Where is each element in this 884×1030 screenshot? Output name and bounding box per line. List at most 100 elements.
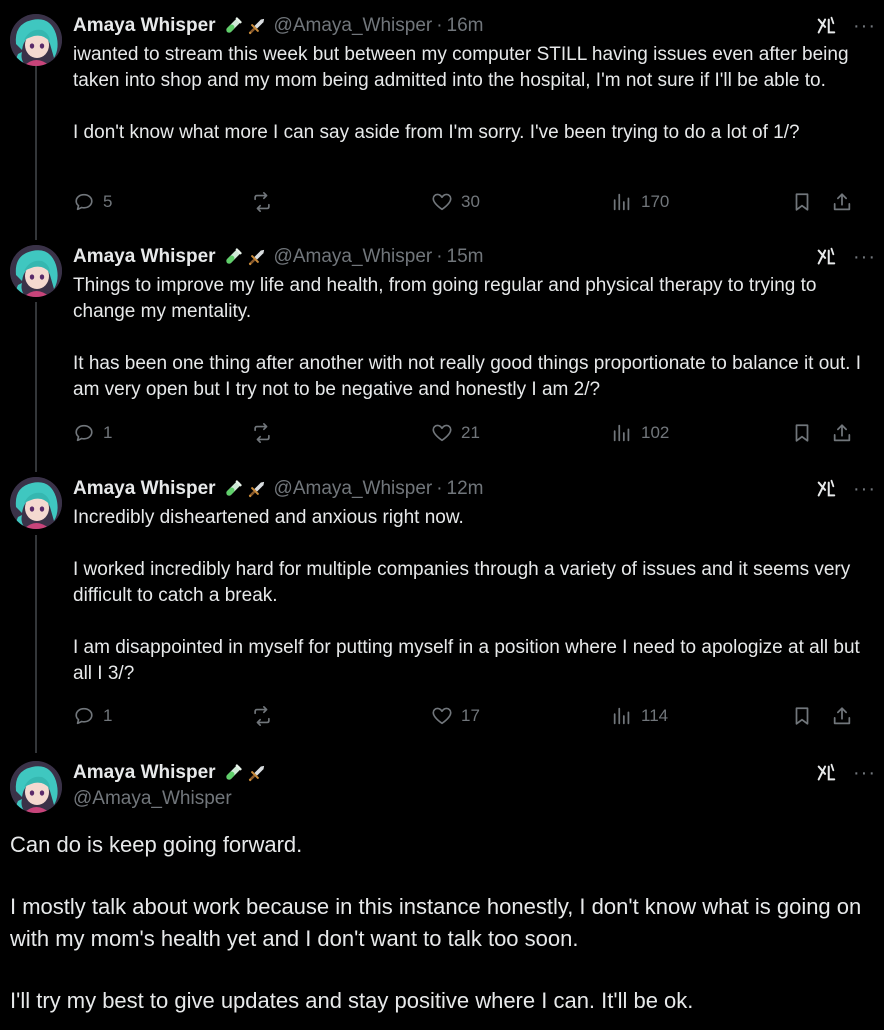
bookmark-button[interactable] <box>791 190 813 214</box>
views-button[interactable]: 114 <box>611 704 668 728</box>
reply-icon <box>73 705 95 727</box>
tweet-header: Amaya Whisper @Amaya_Whisper · 16m <box>73 14 484 38</box>
repost-icon <box>251 705 273 727</box>
avatar[interactable] <box>10 761 62 813</box>
test-tube-icon <box>222 478 244 500</box>
dagger-icon <box>246 15 268 37</box>
dagger-icon <box>246 478 268 500</box>
like-button[interactable]: 17 <box>431 704 480 728</box>
tweet-paragraph: I worked incredibly hard for multiple co… <box>73 559 851 606</box>
reply-button[interactable]: 1 <box>73 421 112 445</box>
timestamp[interactable]: 16m <box>447 15 484 37</box>
author-handle[interactable]: @Amaya_Whisper <box>73 788 232 810</box>
timestamp[interactable]: 12m <box>447 478 484 500</box>
tweet-text: iwanted to stream this week but between … <box>73 42 873 146</box>
avatar[interactable] <box>10 14 62 66</box>
dagger-icon <box>246 762 268 784</box>
reply-count: 1 <box>103 706 113 725</box>
tweet-paragraph: Can do is keep going forward. <box>10 832 303 857</box>
share-icon <box>831 191 853 213</box>
repost-button[interactable] <box>251 421 273 445</box>
more-options-icon[interactable]: ··· <box>853 763 876 783</box>
views-icon <box>611 422 633 444</box>
more-options-icon[interactable]: ··· <box>853 247 876 267</box>
views-icon <box>611 705 633 727</box>
reply-button[interactable]: 1 <box>73 704 112 728</box>
tweet-top-actions: ··· <box>815 477 876 501</box>
more-options-icon[interactable]: ··· <box>853 479 876 499</box>
view-count: 114 <box>641 706 669 725</box>
more-options-icon[interactable]: ··· <box>853 16 876 36</box>
avatar[interactable] <box>10 477 62 529</box>
tweet-text: Incredibly disheartened and anxious righ… <box>73 505 873 687</box>
tweet-actions: 1 17 114 <box>73 704 863 728</box>
reply-count: 5 <box>103 192 113 211</box>
heart-icon <box>431 191 453 213</box>
avatar[interactable] <box>10 245 62 297</box>
grok-icon[interactable] <box>815 478 837 500</box>
tweet-paragraph: It has been one thing after another with… <box>73 353 861 400</box>
heart-icon <box>431 705 453 727</box>
thread-line <box>35 535 37 753</box>
author-name[interactable]: Amaya Whisper <box>73 15 216 37</box>
author-handle[interactable]: @Amaya_Whisper <box>274 478 433 500</box>
tweet-actions: 1 21 102 <box>73 421 863 445</box>
grok-icon[interactable] <box>815 246 837 268</box>
separator: · <box>436 478 443 499</box>
heart-icon <box>431 422 453 444</box>
tweet-actions: 5 30 170 <box>73 190 863 214</box>
views-button[interactable]: 170 <box>611 190 669 214</box>
tweet-paragraph: I don't know what more I can say aside f… <box>73 122 800 143</box>
views-icon <box>611 191 633 213</box>
like-count: 30 <box>461 192 480 211</box>
share-button[interactable] <box>831 704 853 728</box>
share-button[interactable] <box>831 421 853 445</box>
author-handle[interactable]: @Amaya_Whisper <box>274 246 433 268</box>
tweet-top-actions: ··· <box>815 14 876 38</box>
tweet-paragraph: I mostly talk about work because in this… <box>10 894 862 951</box>
repost-button[interactable] <box>251 704 273 728</box>
name-badges <box>222 762 268 784</box>
author-name[interactable]: Amaya Whisper <box>73 762 216 784</box>
like-count: 17 <box>461 706 480 725</box>
test-tube-icon <box>222 15 244 37</box>
tweet-text: Can do is keep going forward. I mostly t… <box>10 829 876 1017</box>
grok-icon[interactable] <box>815 762 837 784</box>
repost-icon <box>251 191 273 213</box>
name-badges <box>222 15 268 37</box>
grok-icon[interactable] <box>815 15 837 37</box>
tweet-text: Things to improve my life and health, fr… <box>73 273 873 403</box>
tweet-header: Amaya Whisper @Amaya_Whisper · 12m <box>73 477 484 501</box>
tweet-header: Amaya Whisper @Amaya_Whisper · 15m <box>73 245 484 269</box>
like-button[interactable]: 21 <box>431 421 480 445</box>
views-button[interactable]: 102 <box>611 421 669 445</box>
tweet-top-actions: ··· <box>815 761 876 785</box>
separator: · <box>436 15 443 36</box>
share-icon <box>831 705 853 727</box>
timestamp[interactable]: 15m <box>447 246 484 268</box>
reply-count: 1 <box>103 423 113 442</box>
tweet-paragraph: Incredibly disheartened and anxious righ… <box>73 507 464 528</box>
repost-button[interactable] <box>251 190 273 214</box>
name-badges <box>222 246 268 268</box>
author-name[interactable]: Amaya Whisper <box>73 246 216 268</box>
thread-line <box>35 66 37 240</box>
tweet-paragraph: iwanted to stream this week but between … <box>73 44 849 91</box>
tweet-paragraph: I am disappointed in myself for putting … <box>73 637 860 684</box>
share-button[interactable] <box>831 190 853 214</box>
test-tube-icon <box>222 762 244 784</box>
tweet-paragraph: Things to improve my life and health, fr… <box>73 275 817 322</box>
separator: · <box>436 246 443 267</box>
like-button[interactable]: 30 <box>431 190 480 214</box>
bookmark-button[interactable] <box>791 704 813 728</box>
repost-icon <box>251 422 273 444</box>
view-count: 170 <box>641 192 670 211</box>
share-icon <box>831 422 853 444</box>
author-name[interactable]: Amaya Whisper <box>73 478 216 500</box>
bookmark-icon <box>791 191 813 213</box>
author-handle[interactable]: @Amaya_Whisper <box>274 15 433 37</box>
reply-button[interactable]: 5 <box>73 190 112 214</box>
reply-icon <box>73 191 95 213</box>
bookmark-button[interactable] <box>791 421 813 445</box>
bookmark-icon <box>791 705 813 727</box>
